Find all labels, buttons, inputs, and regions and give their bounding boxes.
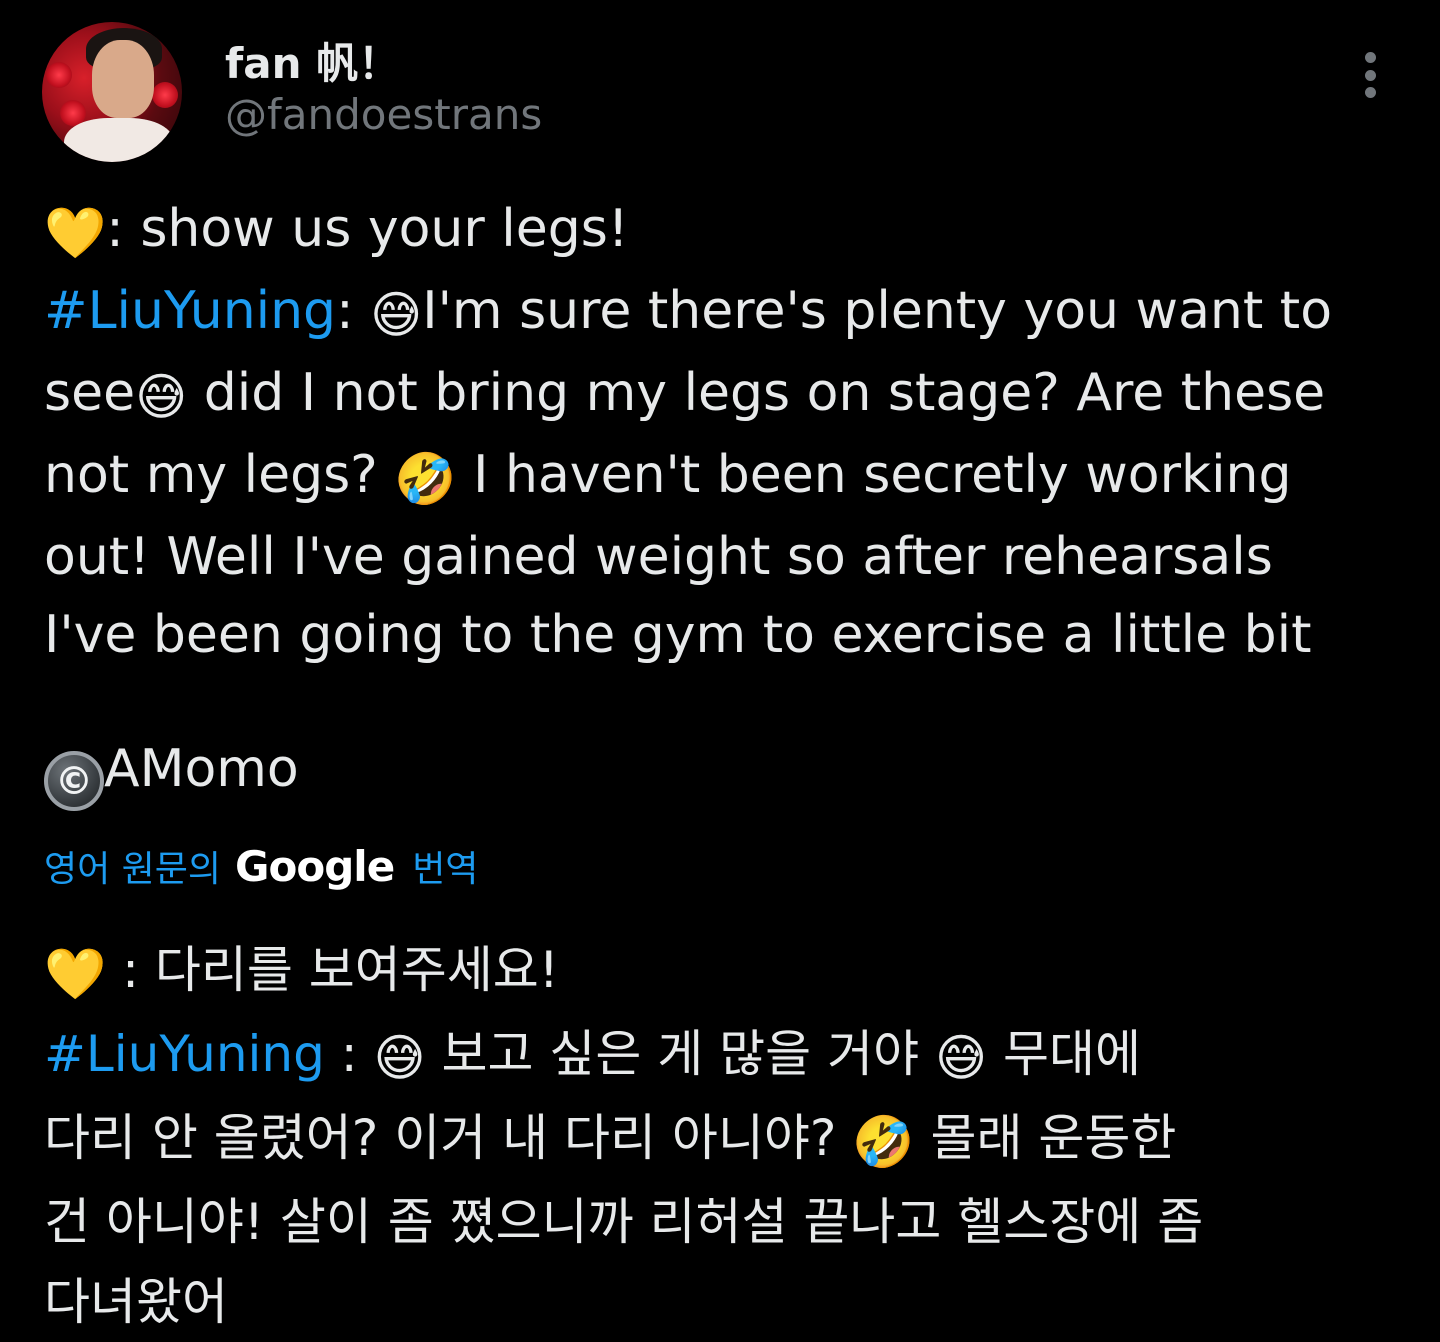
text-line: 건 아니야! 살이 좀 쪘으니까 리허설 끝나고 헬스장에 좀	[44, 1182, 1414, 1262]
emoji-icon: 😅	[370, 286, 423, 344]
translation-attribution[interactable]: 영어 원문의 Google 번역	[44, 840, 478, 892]
emoji-icon: 🤣	[394, 450, 457, 508]
translated-text: 💛 : 다리를 보여주세요! #LiuYuning : 😅 보고 싶은 게 많을 …	[44, 930, 1414, 1342]
rose-decoration	[152, 82, 178, 108]
avatar-shirt	[64, 118, 174, 162]
text-segment: :	[324, 1025, 374, 1083]
emoji-icon: 😅	[373, 1029, 426, 1087]
text-segment: 건 아니야! 살이 좀 쪘으니까 리허설 끝나고 헬스장에 좀	[44, 1193, 1204, 1251]
copyright-icon: ©	[44, 751, 104, 811]
more-dot	[1364, 69, 1376, 81]
display-name[interactable]: fan 帆！	[225, 30, 400, 91]
rose-decoration	[46, 62, 72, 88]
emoji-icon: 💛	[44, 945, 107, 1003]
text-segment: 보고 싶은 게 많을 거야	[425, 1025, 935, 1083]
translation-prefix: 영어 원문의	[44, 849, 222, 890]
text-segment: I've been going to the gym to exercise a…	[44, 605, 1312, 665]
credit-name: AMomo	[104, 739, 299, 799]
avatar-face	[92, 40, 154, 118]
text-segment: 무대에	[987, 1025, 1142, 1083]
avatar[interactable]	[42, 22, 182, 162]
emoji-icon: 💛	[44, 204, 107, 262]
text-segment: : 다리를 보여주세요!	[106, 941, 559, 999]
text-line: #LiuYuning : 😅 보고 싶은 게 많을 거야 😅 무대에	[44, 1014, 1414, 1098]
tweet-text: 💛: show us your legs! #LiuYuning: 😅I'm su…	[44, 190, 1414, 674]
text-segment: 몰래 운동한	[914, 1109, 1177, 1167]
text-segment: I'm sure there's plenty you want to	[422, 281, 1333, 341]
text-line: 💛: show us your legs!	[44, 190, 1414, 272]
text-segment: not my legs?	[44, 445, 395, 505]
text-segment: 다리 안 올렸어? 이거 내 다리 아니야?	[44, 1109, 853, 1167]
text-segment: :	[336, 281, 371, 341]
text-segment: did I not bring my legs on stage? Are th…	[187, 363, 1326, 423]
google-logo: Google	[235, 841, 395, 891]
text-segment: : show us your legs!	[106, 199, 629, 259]
text-line: I've been going to the gym to exercise a…	[44, 596, 1414, 674]
user-handle[interactable]: @fandoestrans	[225, 90, 542, 139]
emoji-icon: 😅	[135, 368, 188, 426]
text-line: not my legs? 🤣 I haven't been secretly w…	[44, 436, 1414, 518]
text-segment: 다녀왔어	[44, 1273, 228, 1331]
more-vertical-icon[interactable]	[1348, 48, 1392, 102]
text-line: #LiuYuning: 😅I'm sure there's plenty you…	[44, 272, 1414, 354]
text-line: 다녀왔어	[44, 1262, 1414, 1342]
emoji-icon: 😅	[934, 1029, 988, 1087]
emoji-icon: 🤣	[852, 1113, 915, 1171]
translation-suffix: 번역	[412, 849, 479, 890]
text-segment: see	[44, 363, 136, 423]
more-dot	[1364, 52, 1376, 63]
text-line: 다리 안 올렸어? 이거 내 다리 아니야? 🤣 몰래 운동한	[44, 1098, 1414, 1182]
credit-line: © AMomo	[44, 730, 299, 811]
hashtag-link[interactable]: #LiuYuning	[44, 281, 336, 341]
text-segment: out! Well I've gained weight so after re…	[44, 527, 1273, 587]
text-segment: I haven't been secretly working	[456, 445, 1292, 505]
more-dot	[1364, 87, 1376, 98]
text-line: out! Well I've gained weight so after re…	[44, 518, 1414, 596]
text-line: 💛 : 다리를 보여주세요!	[44, 930, 1414, 1014]
text-line: see😅 did I not bring my legs on stage? A…	[44, 354, 1414, 436]
hashtag-link[interactable]: #LiuYuning	[44, 1025, 325, 1083]
